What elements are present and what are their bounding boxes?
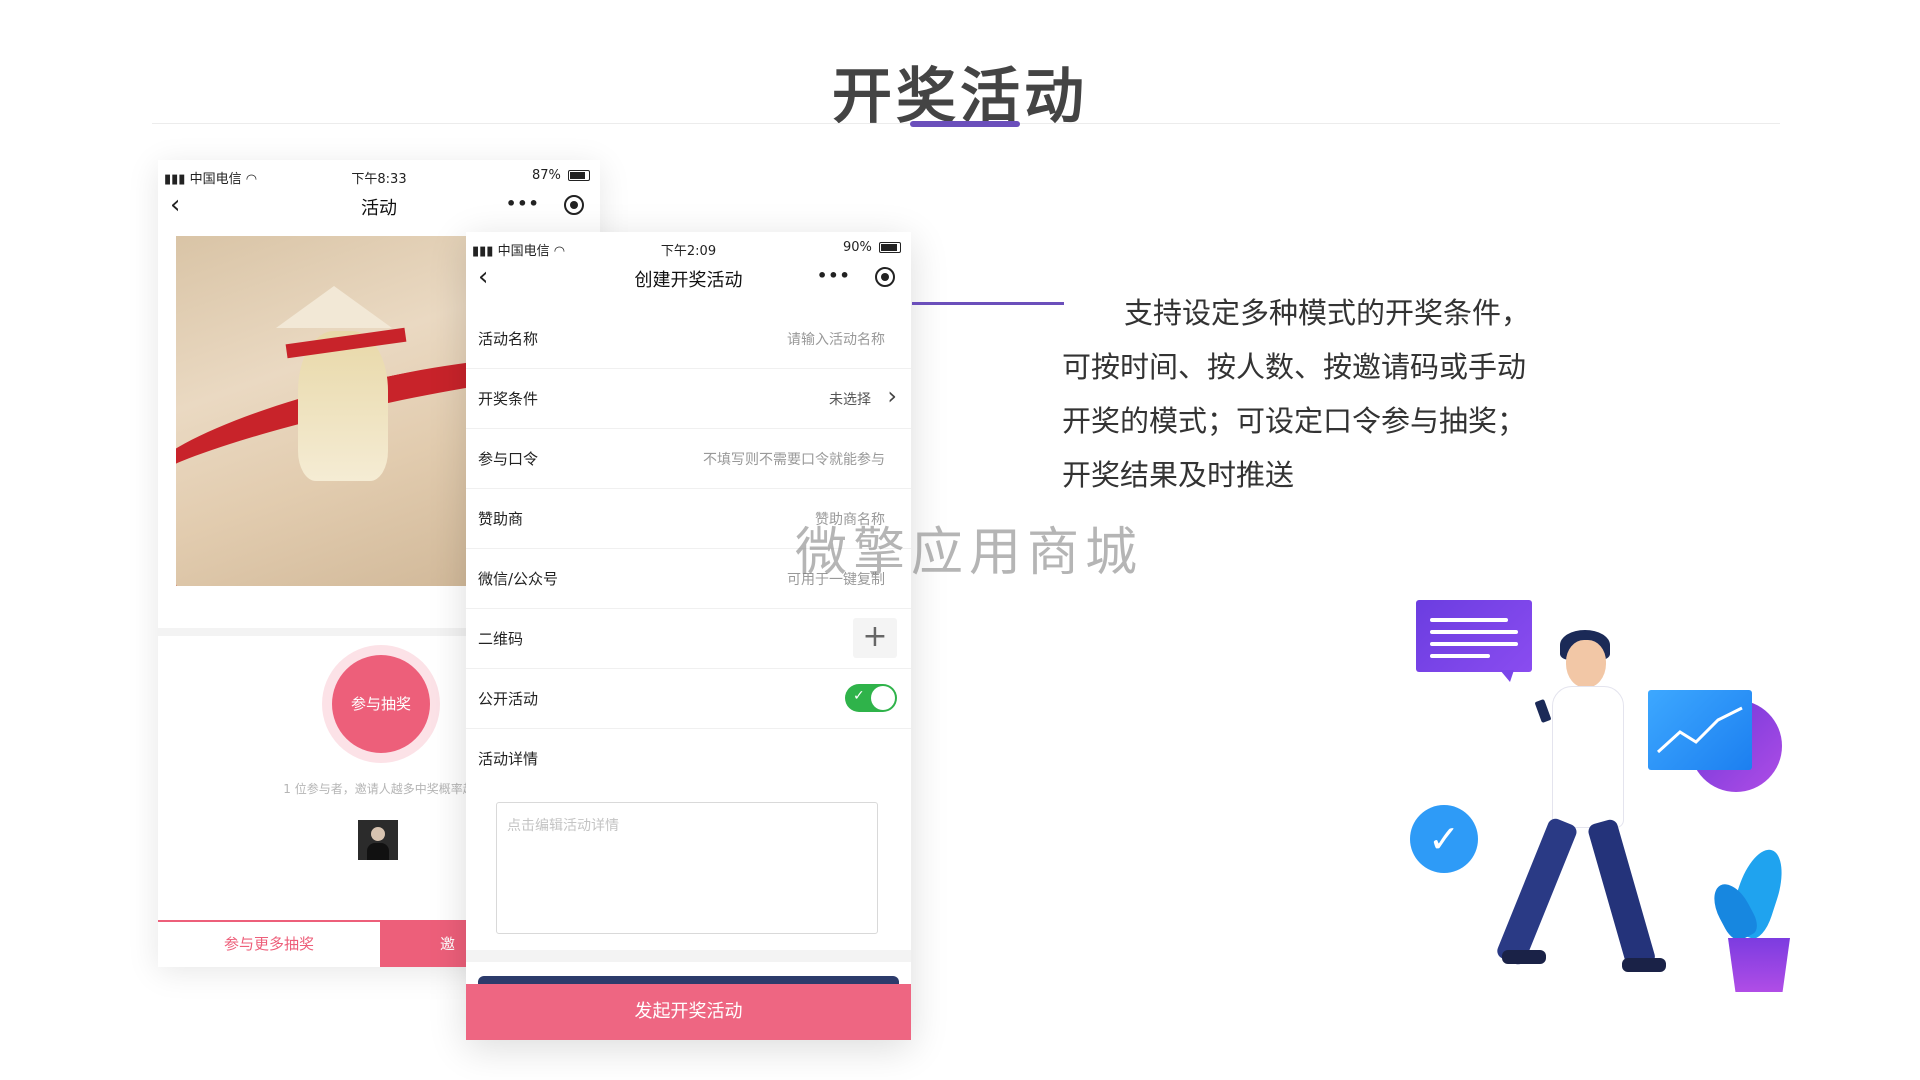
- public-toggle[interactable]: ✓: [845, 684, 897, 712]
- submit-lottery-button[interactable]: 发起开奖活动: [466, 984, 911, 1040]
- mini-program-capsule: •••: [811, 262, 901, 292]
- field-password[interactable]: 参与口令 不填写则不需要口令就能参与: [466, 428, 911, 489]
- connector-line: [912, 302, 1064, 305]
- close-target-icon[interactable]: [875, 267, 895, 287]
- line-chart-icon: [1648, 690, 1752, 770]
- activity-detail-textarea[interactable]: 点击编辑活动详情: [496, 802, 878, 934]
- mini-program-capsule: •••: [500, 190, 590, 220]
- more-dots-icon[interactable]: •••: [506, 194, 540, 213]
- field-draw-condition[interactable]: 开奖条件 未选择 ›: [466, 368, 911, 429]
- status-bar: ▮▮▮ 中国电信 ◠ 下午8:33 87%: [158, 160, 600, 187]
- status-bar: ▮▮▮ 中国电信 ◠ 下午2:09 90%: [466, 232, 911, 259]
- close-target-icon[interactable]: [564, 195, 584, 215]
- feature-description: 支持设定多种模式的开奖条件， 可按时间、按人数、按邀请码或手动 开奖的模式；可设…: [1062, 296, 1531, 492]
- field-public: 公开活动 ✓: [466, 668, 911, 729]
- watermark: 微擎应用商城: [795, 523, 1144, 583]
- document-card-icon: [1416, 600, 1532, 672]
- participant-avatar: [358, 820, 398, 860]
- chevron-right-icon: ›: [887, 382, 897, 410]
- walking-man-illustration: ✓: [1400, 590, 1800, 1010]
- more-dots-icon[interactable]: •••: [817, 266, 851, 285]
- phone-create-lottery-screen: ▮▮▮ 中国电信 ◠ 下午2:09 90% ‹ 创建开奖活动 ••• 活动名称 …: [466, 232, 911, 1040]
- nav-bar: ‹ 活动 •••: [158, 186, 600, 226]
- field-qrcode: 二维码 +: [466, 608, 911, 669]
- join-lottery-button[interactable]: 参与抽奖: [332, 655, 430, 753]
- phone-icon: [1534, 698, 1552, 724]
- nav-bar: ‹ 创建开奖活动 •••: [466, 258, 911, 298]
- field-activity-name[interactable]: 活动名称 请输入活动名称: [466, 308, 911, 369]
- checkmark-icon: ✓: [1410, 805, 1478, 873]
- battery-percent: 90%: [842, 240, 872, 255]
- password-input[interactable]: 不填写则不需要口令就能参与: [703, 449, 885, 469]
- battery-percent: 87%: [531, 168, 561, 183]
- add-qrcode-plus-icon[interactable]: +: [853, 618, 897, 658]
- section-divider: [466, 950, 911, 962]
- more-lotteries-button[interactable]: 参与更多抽奖: [158, 922, 380, 967]
- battery-icon: [879, 242, 901, 253]
- field-detail: 活动详情: [478, 750, 539, 768]
- check-icon: ✓: [853, 688, 865, 704]
- battery-icon: [568, 170, 590, 181]
- draw-condition-select[interactable]: 未选择: [829, 389, 871, 409]
- activity-name-input[interactable]: 请输入活动名称: [787, 329, 885, 349]
- title-accent-bar: [910, 121, 1020, 127]
